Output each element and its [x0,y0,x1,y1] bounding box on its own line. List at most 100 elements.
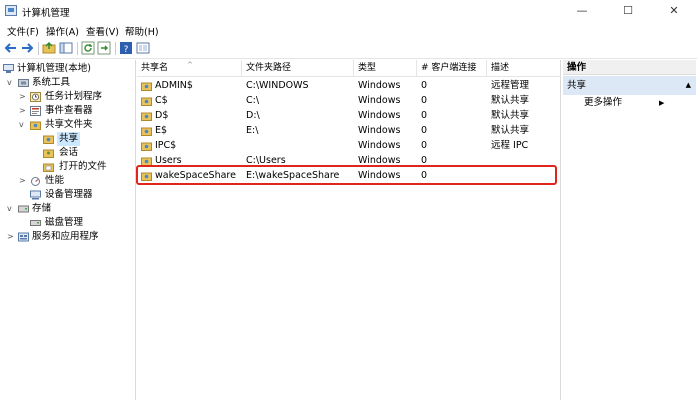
open-file-icon [43,162,54,172]
cell-share-name: E$ [155,125,168,136]
share-icon [141,156,152,166]
menu-action[interactable]: 操作(A) [46,24,79,38]
disk-icon [30,218,41,228]
help-icon[interactable]: ? [119,41,133,55]
svg-text:?: ? [124,45,129,55]
cell-type: Windows [358,155,401,166]
minimize-button[interactable]: — [559,0,605,22]
share-icon [43,134,54,144]
cell-description: 默认共享 [491,110,530,121]
maximize-button[interactable]: ☐ [605,0,651,22]
actions-header: 操作 [563,60,696,75]
cell-folder-path: D:\ [246,110,260,121]
cell-share-name: D$ [155,110,169,121]
cell-type: Windows [358,80,401,91]
window-title: 计算机管理 [22,8,70,19]
table-row[interactable]: Users C:\Users Windows 0 [137,153,561,168]
actions-section-shares[interactable]: 共享 ▲ [563,76,696,95]
cell-share-name: C$ [155,95,168,106]
sort-ascending-icon: ^ [187,61,193,69]
expand-toggle[interactable]: > [19,174,27,188]
menu-bar: 文件(F) 操作(A) 查看(V) 帮助(H) [0,22,697,39]
more-actions-item[interactable]: 更多操作 ▶ [584,96,664,110]
table-row[interactable]: E$ E:\ Windows 0 默认共享 [137,123,561,138]
cell-type: Windows [358,170,401,181]
cell-type: Windows [358,95,401,106]
export-list-icon[interactable] [97,41,111,55]
cell-type: Windows [358,140,401,151]
cell-folder-path: E:\ [246,125,259,136]
column-folder-path[interactable]: 文件夹路径 [242,60,354,77]
menu-file[interactable]: 文件(F) [7,24,39,38]
cell-folder-path: C:\WINDOWS [246,80,309,91]
cell-share-name: ADMIN$ [155,80,193,91]
share-folder-icon [30,120,41,130]
navigation-tree: 计算机管理(本地) v 系统工具 > 任务计划程序 > 事件查看器 v 共享文件… [0,60,136,400]
close-button[interactable]: ✕ [651,0,697,22]
refresh-icon[interactable] [81,41,95,55]
cell-clients: 0 [421,170,428,181]
expand-toggle[interactable]: > [19,104,27,118]
cell-clients: 0 [421,95,428,106]
expand-toggle[interactable]: v [7,202,15,216]
device-icon [30,190,41,200]
cell-clients: 0 [421,155,428,166]
cell-description: 默认共享 [491,95,530,106]
list-header: 共享名 ^ 文件夹路径 类型 # 客户端连接 描述 [137,60,561,77]
session-icon [43,148,54,158]
menu-help[interactable]: 帮助(H) [125,24,159,38]
computer-icon [3,64,14,74]
share-icon [141,141,152,151]
share-icon [141,96,152,106]
actions-pane: 操作 共享 ▲ 更多操作 ▶ [562,60,697,400]
forward-icon[interactable] [20,41,34,55]
expand-toggle[interactable]: > [19,90,27,104]
cell-type: Windows [358,110,401,121]
cell-clients: 0 [421,140,428,151]
collapse-up-icon[interactable]: ▲ [686,76,691,95]
expand-toggle[interactable]: v [7,76,15,90]
cell-description: 远程 IPC [491,140,529,151]
table-row[interactable]: C$ C:\ Windows 0 默认共享 [137,93,561,108]
up-folder-icon[interactable] [42,41,56,55]
cell-clients: 0 [421,110,428,121]
properties-icon[interactable] [136,41,150,55]
column-description[interactable]: 描述 [487,60,561,77]
toolbar-separator [77,42,78,55]
shares-list: 共享名 ^ 文件夹路径 类型 # 客户端连接 描述 ADMIN$ C:\WINDO… [137,60,561,400]
share-icon [141,126,152,136]
expand-toggle[interactable]: v [19,118,27,132]
menu-view[interactable]: 查看(V) [86,24,119,38]
cell-description: 远程管理 [491,80,530,91]
cell-share-name: Users [155,155,182,166]
toolbar-separator [38,42,39,55]
submenu-arrow-icon: ▶ [659,99,665,107]
expand-toggle[interactable]: > [7,230,15,244]
cell-folder-path: E:\wakeSpaceShare [246,170,340,181]
share-icon [141,111,152,121]
cell-share-name: IPC$ [155,140,177,151]
column-client-connections[interactable]: # 客户端连接 [417,60,487,77]
cell-clients: 0 [421,125,428,136]
back-icon[interactable] [4,41,18,55]
table-row[interactable]: D$ D:\ Windows 0 默认共享 [137,108,561,123]
table-row[interactable]: ADMIN$ C:\WINDOWS Windows 0 远程管理 [137,78,561,93]
table-row[interactable]: wakeSpaceShare E:\wakeSpaceShare Windows 0 [137,168,561,183]
column-share-name[interactable]: 共享名 ^ [137,60,242,77]
event-icon [30,106,41,116]
clock-icon [30,92,41,102]
table-row[interactable]: IPC$ Windows 0 远程 IPC [137,138,561,153]
cell-folder-path: C:\ [246,95,260,106]
cell-share-name: wakeSpaceShare [155,170,236,181]
tools-icon [18,78,29,88]
cell-description: 默认共享 [491,125,530,136]
show-hide-tree-icon[interactable] [59,41,73,55]
services-icon [18,232,29,242]
share-icon [141,81,152,91]
performance-icon [30,176,41,186]
share-icon [141,171,152,181]
title-bar: 计算机管理 — ☐ ✕ [0,0,697,22]
toolbar: ? [0,39,697,59]
column-type[interactable]: 类型 [354,60,417,77]
cell-clients: 0 [421,80,428,91]
